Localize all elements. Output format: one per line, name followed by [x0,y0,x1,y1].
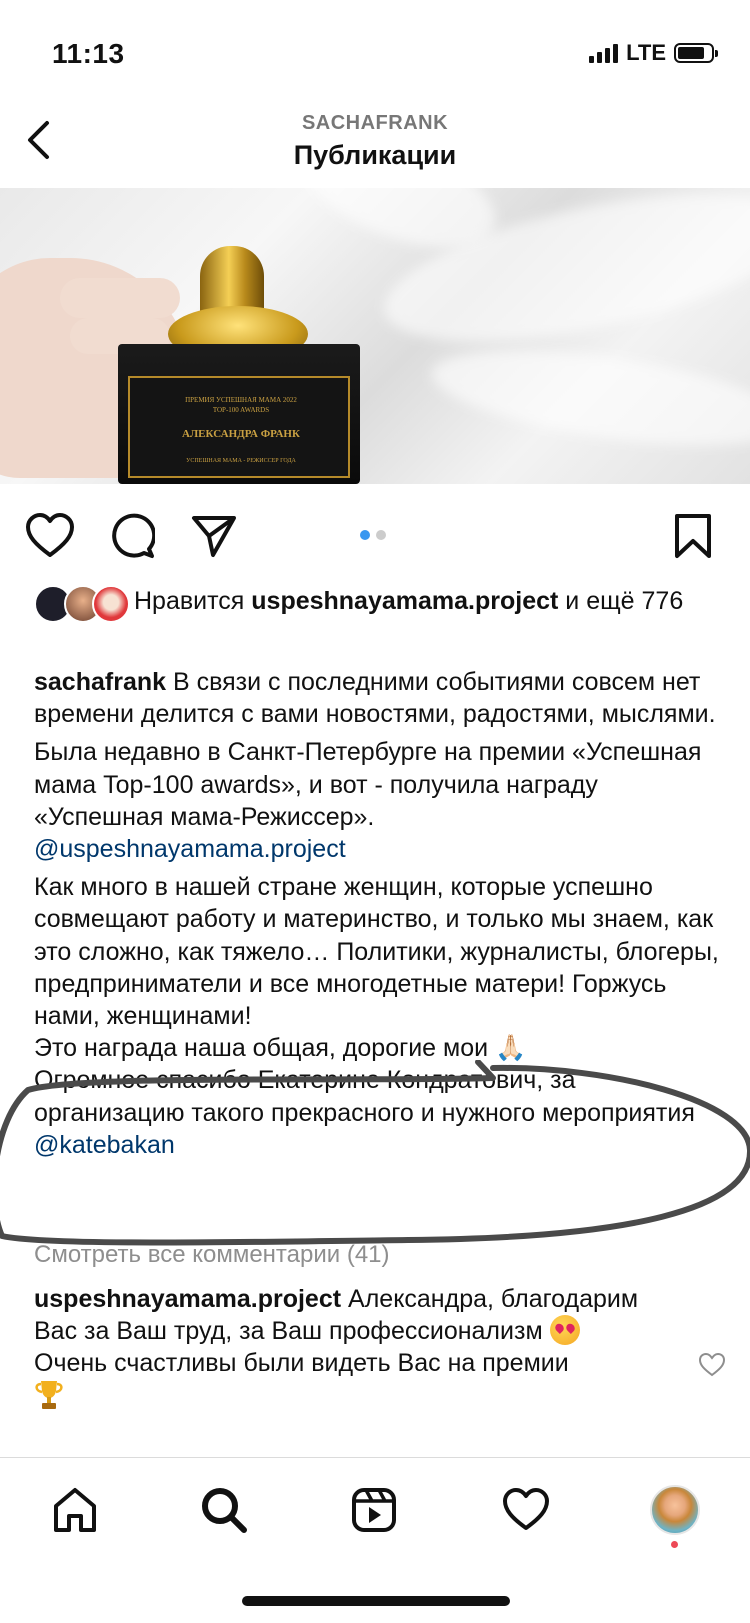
likes-text: Нравится uspeshnayamama.project и ещё 77… [134,585,744,618]
caption-paragraph: Как много в нашей стране женщин, которые… [34,873,719,1031]
status-indicators: LTE [589,40,718,66]
caption-paragraph: sachafrank В связи с последними событиям… [34,666,724,730]
mention-link[interactable]: @uspeshnayamama.project [34,835,346,863]
save-button[interactable] [667,510,719,562]
comment-like-button[interactable] [698,1352,726,1378]
caption-paragraph: Это награда наша общая, дорогие мои 🙏🏻 [34,1032,724,1064]
likes-user[interactable]: uspeshnayamama.project [251,587,558,615]
plaque-line: ПРЕМИЯ УСПЕШНАЯ МАМА 2022 [185,396,297,404]
comment-text: Очень счастливы были видеть Вас на преми… [34,1349,569,1377]
like-button[interactable] [24,510,76,562]
tab-reels[interactable] [344,1480,404,1540]
nav-header: SACHAFRANK Публикации [0,100,750,188]
action-bar [0,500,750,570]
tab-profile[interactable] [645,1480,705,1540]
reels-icon [352,1488,396,1532]
carousel-dot [376,530,386,540]
caption-author[interactable]: sachafrank [34,668,166,696]
caption-text: Была недавно в Санкт-Петербурге на преми… [34,738,702,831]
bookmark-icon [675,514,711,558]
view-all-comments[interactable]: Смотреть все комментарии (41) [34,1241,390,1269]
tab-activity[interactable] [496,1480,556,1540]
comment-item: uspeshnayamama.project Александра, благо… [34,1283,684,1419]
home-icon [54,1488,96,1532]
avatar [650,1485,700,1535]
plaque-line: TOP-100 AWARDS [212,406,270,414]
tab-home[interactable] [45,1480,105,1540]
heart-eyes-emoji [549,1315,580,1345]
heart-icon [503,1488,549,1530]
likes-prefix: Нравится [134,587,252,615]
comment-button[interactable] [106,510,158,562]
plaque-line: АЛЕКСАНДРА ФРАНК [182,428,300,440]
mention-link[interactable]: @katebakan [34,1131,175,1159]
network-label: LTE [626,40,666,65]
carousel-indicator [360,530,386,540]
caption-text: Огромное спасибо Екатерине Кондратович, … [34,1066,695,1127]
avatar [92,585,130,623]
post-image[interactable]: ПРЕМИЯ УСПЕШНАЯ МАМА 2022 TOP-100 AWARDS… [0,188,750,484]
likes-count: и ещё 776 [558,587,684,615]
paper-plane-icon [192,516,236,557]
heart-icon [698,1352,726,1377]
caption-paragraph: Была недавно в Санкт-Петербурге на преми… [34,736,724,865]
award-plaque: ПРЕМИЯ УСПЕШНАЯ МАМА 2022 TOP-100 AWARDS… [128,376,350,478]
share-button[interactable] [188,510,240,562]
bottom-tab-bar [0,1457,750,1567]
praying-hands-emoji: 🙏🏻 [495,1034,527,1063]
comment-icon [112,513,155,558]
likes-row[interactable]: Нравится uspeshnayamama.project и ещё 77… [34,585,724,655]
caption-paragraph: Огромное спасибо Екатерине Кондратович, … [34,1064,724,1161]
home-indicator[interactable] [242,1596,510,1606]
status-bar: 11:13 LTE [0,0,750,100]
carousel-dot [360,530,370,540]
heart-icon [26,513,74,557]
comment-author[interactable]: uspeshnayamama.project [34,1285,341,1313]
tab-search[interactable] [194,1480,254,1540]
header-username[interactable]: SACHAFRANK [0,112,750,135]
signal-icon [589,43,619,63]
liker-avatars [34,585,130,625]
caption-text: Это награда наша общая, дорогие мои [34,1034,496,1063]
search-icon [202,1488,247,1533]
battery-icon [674,43,718,63]
post-caption: sachafrank В связи с последними событиям… [34,666,724,1161]
notification-dot [671,1541,678,1548]
page-title: Публикации [293,140,457,170]
trophy-emoji [34,1379,64,1411]
status-time: 11:13 [52,38,125,69]
plaque-line: УСПЕШНАЯ МАМА - РЕЖИССЕР ГОДА [186,458,296,464]
